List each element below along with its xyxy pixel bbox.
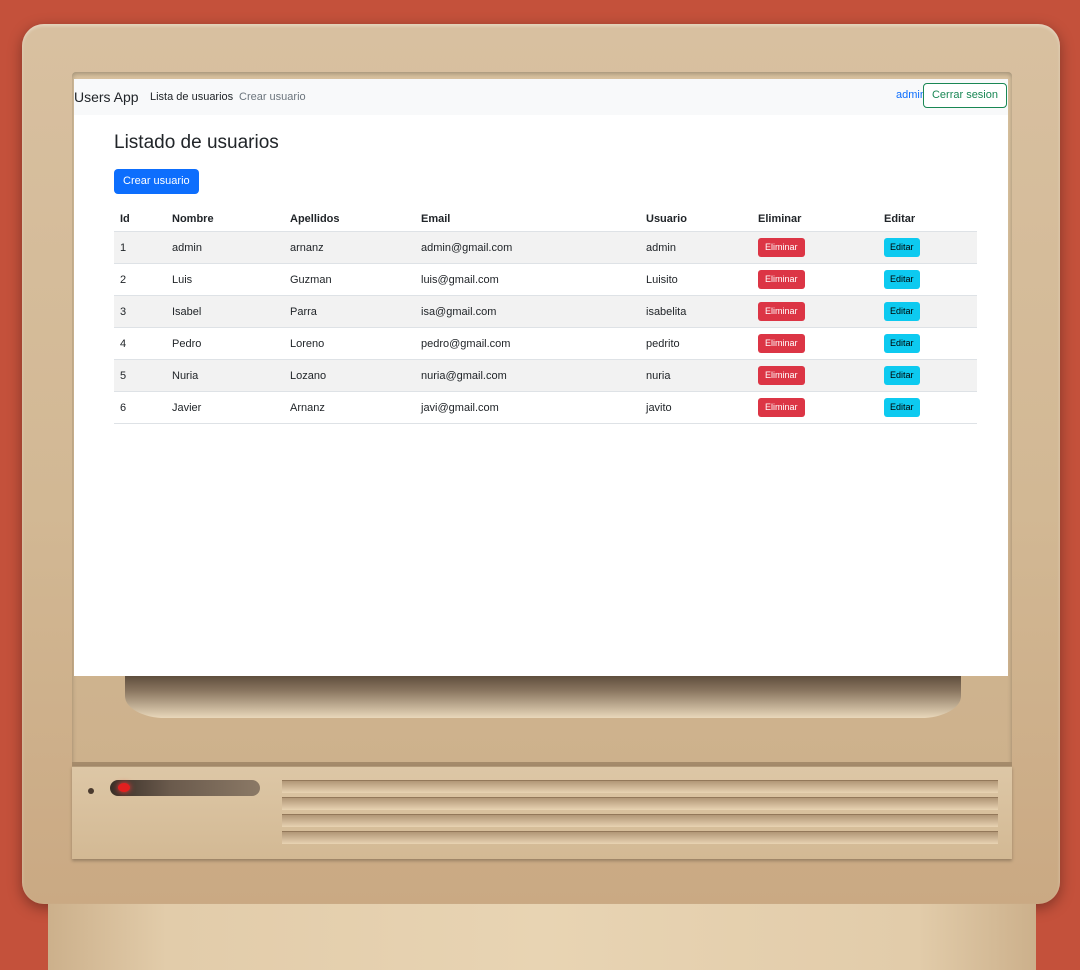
cell-apellidos: arnanz <box>284 231 415 264</box>
cell-id: 4 <box>114 327 166 360</box>
current-user-link[interactable]: admin <box>896 89 926 101</box>
cell-eliminar: Eliminar <box>752 359 878 392</box>
vent-slat <box>282 814 998 827</box>
vent-slat <box>282 797 998 810</box>
table-row: 1 admin arnanz admin@gmail.com admin Eli… <box>114 231 977 264</box>
cell-email: luis@gmail.com <box>415 263 640 296</box>
cell-email: admin@gmail.com <box>415 231 640 264</box>
table-header-row: Id Nombre Apellidos Email Usuario Elimin… <box>114 206 977 232</box>
cell-apellidos: Loreno <box>284 327 415 360</box>
nav-link-crear-usuario[interactable]: Crear usuario <box>239 90 306 104</box>
cell-usuario: javito <box>640 391 752 424</box>
vent-grille <box>282 780 998 844</box>
disk-drive-slot <box>110 780 260 796</box>
vent-slat <box>282 780 998 793</box>
nav-link-lista-usuarios[interactable]: Lista de usuarios <box>150 90 233 104</box>
logout-button[interactable]: Cerrar sesion <box>922 83 1007 108</box>
delete-button[interactable]: Eliminar <box>758 238 805 257</box>
cell-apellidos: Lozano <box>284 359 415 392</box>
create-user-button[interactable]: Crear usuario <box>114 169 199 194</box>
cell-editar: Editar <box>878 359 977 392</box>
table-row: 6 Javier Arnanz javi@gmail.com javito El… <box>114 391 977 424</box>
cell-nombre: Luis <box>166 263 284 296</box>
header-usuario: Usuario <box>640 206 752 232</box>
navbar: Users App Lista de usuarios Crear usuari… <box>74 79 1008 115</box>
edit-button[interactable]: Editar <box>884 334 920 353</box>
navbar-brand[interactable]: Users App <box>74 88 139 106</box>
cell-editar: Editar <box>878 295 977 328</box>
cell-editar: Editar <box>878 263 977 296</box>
cell-eliminar: Eliminar <box>752 231 878 264</box>
cell-editar: Editar <box>878 327 977 360</box>
power-led-icon <box>118 783 130 792</box>
header-email: Email <box>415 206 640 232</box>
cell-usuario: isabelita <box>640 295 752 328</box>
edit-button[interactable]: Editar <box>884 302 920 321</box>
cell-eliminar: Eliminar <box>752 263 878 296</box>
cell-email: nuria@gmail.com <box>415 359 640 392</box>
table-row: 4 Pedro Loreno pedro@gmail.com pedrito E… <box>114 327 977 360</box>
crt-screen-edge <box>125 676 961 718</box>
delete-button[interactable]: Eliminar <box>758 398 805 417</box>
edit-button[interactable]: Editar <box>884 366 920 385</box>
table-row: 5 Nuria Lozano nuria@gmail.com nuria Eli… <box>114 359 977 392</box>
page-title: Listado de usuarios <box>114 132 279 153</box>
table-row: 3 Isabel Parra isa@gmail.com isabelita E… <box>114 295 977 328</box>
cell-email: javi@gmail.com <box>415 391 640 424</box>
vent-slat <box>282 831 998 844</box>
cell-id: 5 <box>114 359 166 392</box>
header-eliminar: Eliminar <box>752 206 878 232</box>
cell-eliminar: Eliminar <box>752 295 878 328</box>
header-apellidos: Apellidos <box>284 206 415 232</box>
cell-nombre: Isabel <box>166 295 284 328</box>
cell-usuario: pedrito <box>640 327 752 360</box>
delete-button[interactable]: Eliminar <box>758 270 805 289</box>
cell-nombre: Pedro <box>166 327 284 360</box>
edit-button[interactable]: Editar <box>884 270 920 289</box>
browser-screen: Users App Lista de usuarios Crear usuari… <box>74 79 1008 676</box>
cell-editar: Editar <box>878 231 977 264</box>
cell-usuario: Luisito <box>640 263 752 296</box>
cell-nombre: Nuria <box>166 359 284 392</box>
monitor-stand <box>48 904 1036 970</box>
cell-apellidos: Guzman <box>284 263 415 296</box>
cell-id: 6 <box>114 391 166 424</box>
edit-button[interactable]: Editar <box>884 238 920 257</box>
cell-email: pedro@gmail.com <box>415 327 640 360</box>
cell-eliminar: Eliminar <box>752 391 878 424</box>
delete-button[interactable]: Eliminar <box>758 334 805 353</box>
cell-email: isa@gmail.com <box>415 295 640 328</box>
header-nombre: Nombre <box>166 206 284 232</box>
cell-id: 1 <box>114 231 166 264</box>
edit-button[interactable]: Editar <box>884 398 920 417</box>
cell-editar: Editar <box>878 391 977 424</box>
cell-usuario: nuria <box>640 359 752 392</box>
cell-nombre: admin <box>166 231 284 264</box>
cell-id: 2 <box>114 263 166 296</box>
delete-button[interactable]: Eliminar <box>758 366 805 385</box>
table-row: 2 Luis Guzman luis@gmail.com Luisito Eli… <box>114 263 977 296</box>
indicator-dot <box>88 788 94 794</box>
cell-eliminar: Eliminar <box>752 327 878 360</box>
cell-apellidos: Arnanz <box>284 391 415 424</box>
users-table: Id Nombre Apellidos Email Usuario Elimin… <box>114 206 977 424</box>
cell-apellidos: Parra <box>284 295 415 328</box>
cell-usuario: admin <box>640 231 752 264</box>
delete-button[interactable]: Eliminar <box>758 302 805 321</box>
header-id: Id <box>114 206 166 232</box>
header-editar: Editar <box>878 206 977 232</box>
cell-nombre: Javier <box>166 391 284 424</box>
cell-id: 3 <box>114 295 166 328</box>
